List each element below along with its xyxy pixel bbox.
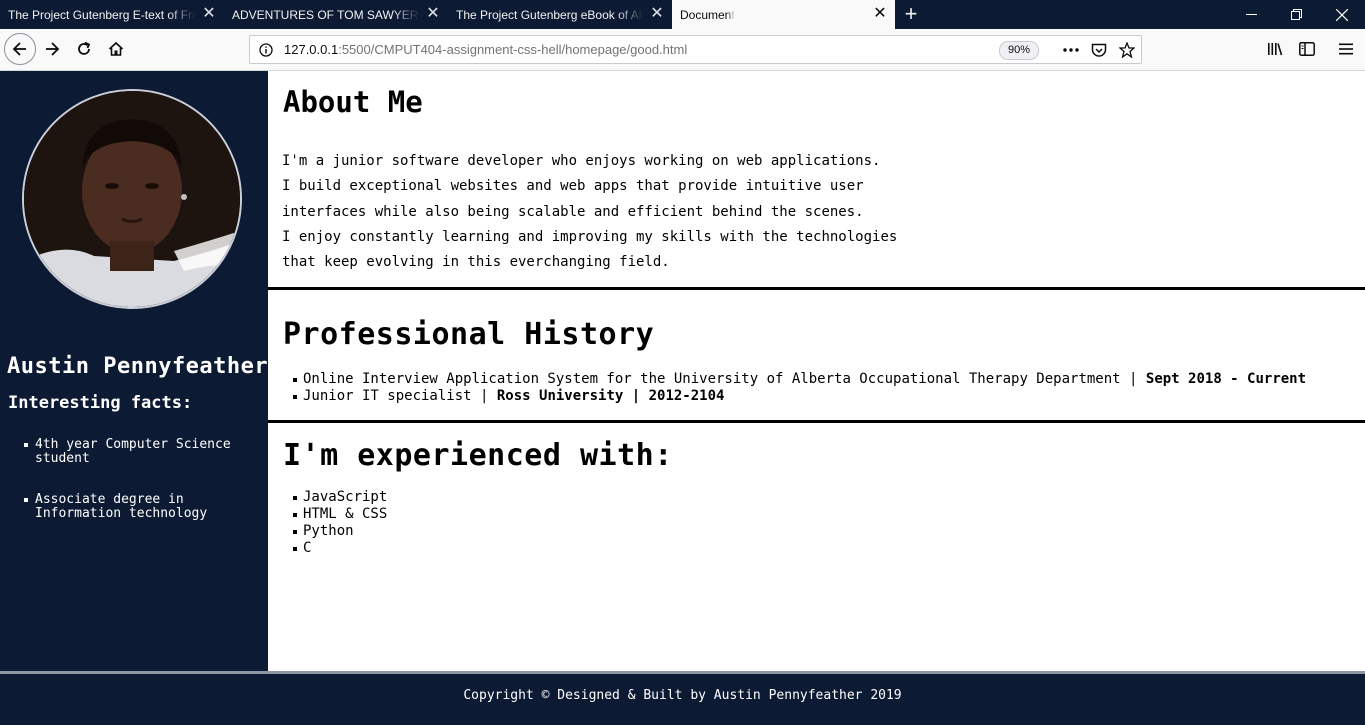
list-item: Associate degree in Information technolo… bbox=[22, 493, 258, 521]
about-section: About Me I'm a junior software developer… bbox=[268, 71, 1365, 287]
history-heading: Professional History bbox=[283, 317, 655, 352]
skills-section: I'm experienced with: JavaScript HTML & … bbox=[268, 423, 1365, 671]
url-path: :5500/CMPUT404-assignment-css-hell/homep… bbox=[338, 42, 688, 57]
history-detail: Sept 2018 - Current bbox=[1145, 371, 1307, 387]
navigation-toolbar: 127.0.0.1:5500/CMPUT404-assignment-css-h… bbox=[0, 29, 1365, 71]
skills-list: JavaScript HTML & CSS Python C bbox=[290, 489, 387, 557]
avatar bbox=[22, 89, 242, 309]
library-icon[interactable] bbox=[1260, 34, 1290, 64]
about-line: that keep evolving in this everchanging … bbox=[282, 254, 670, 271]
tab-document[interactable]: Document ✕ bbox=[672, 0, 895, 29]
about-line: I build exceptional websites and web app… bbox=[282, 178, 864, 195]
menu-icon[interactable] bbox=[1331, 34, 1361, 64]
list-item: C bbox=[290, 540, 387, 557]
tab-title: ADVENTURES OF TOM SAWYER, By Mark Twain bbox=[232, 7, 420, 22]
sidebar-toggle-icon[interactable] bbox=[1292, 34, 1322, 64]
new-tab-button[interactable]: + bbox=[895, 0, 927, 29]
close-window-icon[interactable] bbox=[1319, 0, 1365, 29]
close-tab-icon[interactable]: ✕ bbox=[650, 5, 664, 23]
address-bar[interactable]: 127.0.0.1:5500/CMPUT404-assignment-css-h… bbox=[249, 35, 1142, 64]
url-text: 127.0.0.1:5500/CMPUT404-assignment-css-h… bbox=[284, 42, 687, 57]
tab-frankenstein[interactable]: The Project Gutenberg E-text of Frankens… bbox=[0, 0, 224, 29]
history-role: Junior IT specialist bbox=[303, 388, 472, 404]
history-separator: | bbox=[471, 388, 497, 404]
zoom-indicator[interactable]: 90% bbox=[999, 41, 1039, 60]
history-section: Professional History Online Interview Ap… bbox=[268, 290, 1365, 420]
history-detail: Ross University | 2012-2104 bbox=[496, 388, 725, 404]
forward-icon[interactable] bbox=[37, 34, 67, 64]
list-item: Python bbox=[290, 523, 387, 540]
history-list: Online Interview Application System for … bbox=[290, 371, 1306, 405]
tab-strip: The Project Gutenberg E-text of Frankens… bbox=[0, 0, 1365, 29]
tab-title: The Project Gutenberg eBook of Alice bbox=[456, 7, 644, 22]
restore-icon[interactable] bbox=[1273, 0, 1319, 29]
history-role: Online Interview Application System for … bbox=[303, 371, 1121, 387]
facts-list: 4th year Computer Science student Associ… bbox=[22, 438, 258, 548]
history-separator: | bbox=[1120, 371, 1146, 387]
facts-heading: Interesting facts: bbox=[8, 393, 193, 413]
home-icon[interactable] bbox=[101, 34, 131, 64]
minimize-icon[interactable] bbox=[1228, 0, 1274, 29]
about-line: interfaces while also being scalable and… bbox=[282, 203, 864, 220]
bookmark-star-icon[interactable] bbox=[1116, 40, 1138, 60]
copyright-text: Copyright © Designed & Built by Austin P… bbox=[463, 688, 902, 703]
about-line: I'm a junior software developer who enjo… bbox=[282, 153, 881, 169]
list-item: 4th year Computer Science student bbox=[22, 438, 258, 466]
list-item: Online Interview Application System for … bbox=[290, 371, 1306, 388]
about-line: I enjoy constantly learning and improvin… bbox=[282, 228, 898, 245]
list-item: JavaScript bbox=[290, 489, 387, 506]
tab-tom-sawyer[interactable]: ADVENTURES OF TOM SAWYER, By Mark Twain … bbox=[224, 0, 448, 29]
close-tab-icon[interactable]: ✕ bbox=[202, 5, 216, 23]
tab-title: Document bbox=[680, 7, 735, 22]
profile-sidebar: Austin Pennyfeather Interesting facts: 4… bbox=[0, 71, 268, 671]
pocket-icon[interactable] bbox=[1088, 40, 1110, 60]
back-icon[interactable] bbox=[4, 33, 36, 65]
list-item: Junior IT specialist | Ross University |… bbox=[290, 388, 1306, 405]
page-actions-icon[interactable] bbox=[1060, 40, 1082, 60]
close-tab-icon[interactable]: ✕ bbox=[873, 5, 887, 23]
about-text: I'm a junior software developer who enjo… bbox=[282, 149, 1042, 275]
info-icon[interactable] bbox=[259, 42, 273, 61]
list-item: HTML & CSS bbox=[290, 506, 387, 523]
skills-heading: I'm experienced with: bbox=[283, 438, 673, 473]
close-tab-icon[interactable]: ✕ bbox=[426, 5, 440, 23]
tab-title: The Project Gutenberg E-text of Frankens… bbox=[8, 7, 196, 22]
profile-name: Austin Pennyfeather bbox=[7, 354, 269, 379]
tab-alice[interactable]: The Project Gutenberg eBook of Alice ✕ bbox=[448, 0, 672, 29]
page-footer: Copyright © Designed & Built by Austin P… bbox=[0, 671, 1365, 725]
url-host: 127.0.0.1 bbox=[284, 42, 339, 57]
main-content: About Me I'm a junior software developer… bbox=[268, 71, 1365, 671]
reload-icon[interactable] bbox=[69, 34, 99, 64]
about-heading: About Me bbox=[283, 85, 423, 119]
